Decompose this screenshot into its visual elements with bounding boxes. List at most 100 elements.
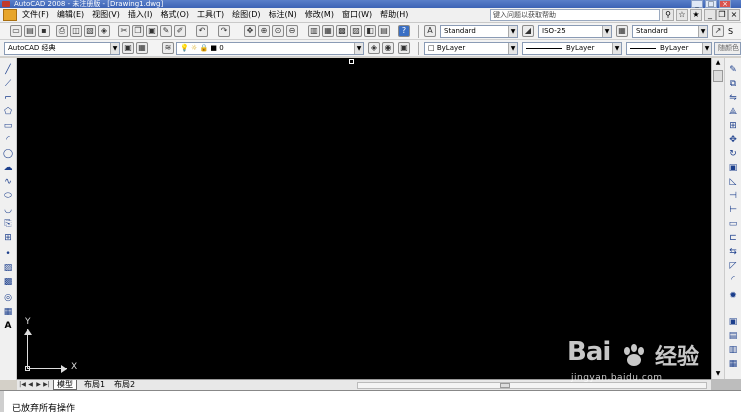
make-block-icon[interactable]: ⊞ <box>2 232 14 244</box>
app-menu-icon[interactable] <box>3 9 17 21</box>
array-icon[interactable]: ⊞ <box>727 120 739 132</box>
mtext-icon[interactable]: A <box>2 320 14 332</box>
search-icon[interactable]: ⚲ <box>662 9 674 21</box>
maximize-button[interactable]: □ <box>705 0 717 8</box>
circle-icon[interactable]: ◯ <box>2 148 14 160</box>
fillet-icon[interactable]: ◜ <box>727 274 739 286</box>
menu-format[interactable]: 格式(O) <box>156 8 193 22</box>
copy-clip-icon[interactable]: ❐ <box>132 25 144 37</box>
workspace-save-icon[interactable]: ▦ <box>136 42 148 54</box>
bring-above-icon[interactable]: ▥ <box>727 344 739 356</box>
workspace-settings-icon[interactable]: ▣ <box>122 42 134 54</box>
send-under-icon[interactable]: ▦ <box>727 358 739 370</box>
calculator-icon[interactable]: ▤ <box>378 25 390 37</box>
scale-icon[interactable]: ▣ <box>727 162 739 174</box>
draw-order-back-icon[interactable]: ▤ <box>727 330 739 342</box>
undo-icon[interactable]: ↶ <box>196 25 208 37</box>
last-tab-icon[interactable]: ▶| <box>43 381 50 389</box>
color-select[interactable]: □ ByLayer ▼ <box>424 42 518 55</box>
layer-select[interactable]: 💡 ☼ 🔒 ■ 0 ▼ <box>176 42 364 55</box>
scroll-up-icon[interactable]: ▲ <box>712 58 724 68</box>
redo-icon[interactable]: ↷ <box>218 25 230 37</box>
save-icon[interactable]: ▪ <box>38 25 50 37</box>
menu-window[interactable]: 窗口(W) <box>338 8 376 22</box>
scroll-thumb[interactable] <box>713 70 723 82</box>
arc-icon[interactable]: ◜ <box>2 134 14 146</box>
text-style-icon[interactable]: A <box>424 25 436 37</box>
minimize-button[interactable]: _ <box>691 0 703 8</box>
polyline-icon[interactable]: ⌐ <box>2 92 14 104</box>
next-tab-icon[interactable]: ▶ <box>35 381 42 389</box>
drawing-canvas[interactable]: Y X <box>17 58 711 379</box>
plotstyle-select[interactable]: 随颜色 <box>714 42 741 55</box>
lineweight-select[interactable]: ByLayer ▼ <box>626 42 712 55</box>
construction-line-icon[interactable]: ⟋ <box>2 78 14 90</box>
multileader-style-icon[interactable]: ↗ <box>712 25 724 37</box>
tab-layout2[interactable]: 布局2 <box>111 380 138 390</box>
markup-icon[interactable]: ◧ <box>364 25 376 37</box>
hscroll-thumb[interactable] <box>500 383 510 388</box>
menu-view[interactable]: 视图(V) <box>88 8 124 22</box>
gradient-icon[interactable]: ▩ <box>2 276 14 288</box>
extend-icon[interactable]: ⊢ <box>727 204 739 216</box>
dim-style-select[interactable]: ISO-25 ▼ <box>538 25 612 38</box>
hatch-icon[interactable]: ▨ <box>2 262 14 274</box>
insert-block-icon[interactable]: ⎘ <box>2 218 14 230</box>
break-at-point-icon[interactable]: ▭ <box>727 218 739 230</box>
design-center-icon[interactable]: ▦ <box>322 25 334 37</box>
trim-icon[interactable]: ⊣ <box>727 190 739 202</box>
explode-icon[interactable]: ✹ <box>727 290 739 302</box>
tab-model[interactable]: 模型 <box>53 380 77 390</box>
mirror-icon[interactable]: ⇋ <box>727 92 739 104</box>
linetype-select[interactable]: ByLayer ▼ <box>522 42 622 55</box>
properties-icon[interactable]: ▥ <box>308 25 320 37</box>
help-search-input[interactable]: 键入问题以获取帮助 <box>490 9 660 21</box>
menu-tools[interactable]: 工具(T) <box>193 8 228 22</box>
menu-draw[interactable]: 绘图(D) <box>228 8 264 22</box>
draw-order-front-icon[interactable]: ▣ <box>727 316 739 328</box>
command-line-grip[interactable] <box>0 391 4 412</box>
publish-icon[interactable]: ▧ <box>84 25 96 37</box>
text-style-select[interactable]: Standard ▼ <box>440 25 518 38</box>
region-icon[interactable]: ◎ <box>2 292 14 304</box>
help-icon[interactable]: ? <box>398 25 410 37</box>
tool-palettes-icon[interactable]: ▩ <box>336 25 348 37</box>
rotate-icon[interactable]: ↻ <box>727 148 739 160</box>
stretch-icon[interactable]: ◺ <box>727 176 739 188</box>
pan-icon[interactable]: ✥ <box>244 25 256 37</box>
menu-dimension[interactable]: 标注(N) <box>265 8 301 22</box>
layer-manager-icon[interactable]: ≋ <box>162 42 174 54</box>
menu-modify[interactable]: 修改(M) <box>301 8 338 22</box>
make-layer-current-icon[interactable]: ◈ <box>368 42 380 54</box>
block-editor-icon[interactable]: ✐ <box>174 25 186 37</box>
zoom-window-icon[interactable]: ⊙ <box>272 25 284 37</box>
command-line[interactable]: 已放弃所有操作 <box>0 390 741 412</box>
menu-help[interactable]: 帮助(H) <box>376 8 412 22</box>
ellipse-icon[interactable]: ⬭ <box>2 190 14 202</box>
vertical-scrollbar[interactable]: ▲ ▼ <box>711 58 724 379</box>
table-style-select[interactable]: Standard ▼ <box>632 25 708 38</box>
menu-file[interactable]: 文件(F) <box>18 8 53 22</box>
rectangle-icon[interactable]: ▭ <box>2 120 14 132</box>
3d-dwf-icon[interactable]: ◈ <box>98 25 110 37</box>
chamfer-icon[interactable]: ◸ <box>727 260 739 272</box>
workspace-select[interactable]: AutoCAD 经典 ▼ <box>4 42 120 55</box>
zoom-realtime-icon[interactable]: ⊕ <box>258 25 270 37</box>
paste-icon[interactable]: ▣ <box>146 25 158 37</box>
layer-isolate-icon[interactable]: ▣ <box>398 42 410 54</box>
tab-layout1[interactable]: 布局1 <box>81 380 108 390</box>
join-icon[interactable]: ⇆ <box>727 246 739 258</box>
open-icon[interactable]: ▤ <box>24 25 36 37</box>
polygon-icon[interactable]: ⬠ <box>2 106 14 118</box>
spline-icon[interactable]: ∿ <box>2 176 14 188</box>
doc-close-button[interactable]: × <box>728 9 740 21</box>
first-tab-icon[interactable]: |◀ <box>19 381 26 389</box>
plot-icon[interactable]: ⎙ <box>56 25 68 37</box>
layer-previous-icon[interactable]: ◉ <box>382 42 394 54</box>
point-icon[interactable]: • <box>2 248 14 260</box>
offset-icon[interactable]: ⟁ <box>727 106 739 118</box>
plot-preview-icon[interactable]: ◫ <box>70 25 82 37</box>
zoom-previous-icon[interactable]: ⊖ <box>286 25 298 37</box>
cut-icon[interactable]: ✂ <box>118 25 130 37</box>
favorites-icon[interactable]: ★ <box>690 9 702 21</box>
